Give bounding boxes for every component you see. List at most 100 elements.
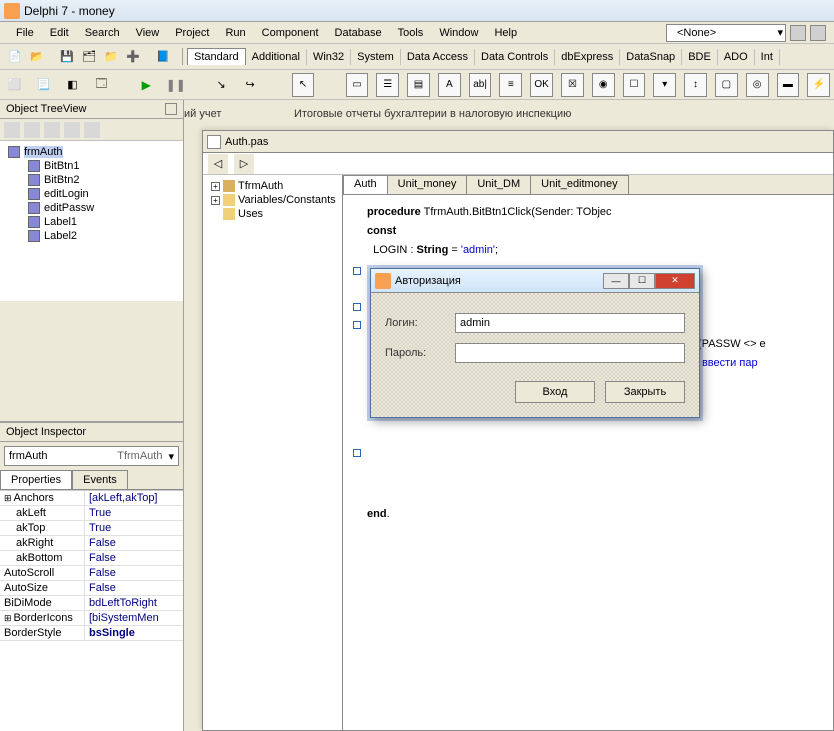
comp-label[interactable]: A xyxy=(438,73,461,97)
project-combo[interactable]: <None> xyxy=(666,24,786,42)
code-structure-tree[interactable]: +TfrmAuth +Variables/Constants +Uses xyxy=(203,175,343,730)
property-grid[interactable]: Anchors[akLeft,akTop] akLeftTrue akTopTr… xyxy=(0,490,183,731)
prop-name[interactable]: AutoScroll xyxy=(0,566,85,580)
menu-edit[interactable]: Edit xyxy=(42,25,77,41)
menu-search[interactable]: Search xyxy=(77,25,128,41)
nav-back-button[interactable]: ◁ xyxy=(208,154,228,174)
comp-radiogroup[interactable]: ◎ xyxy=(746,73,769,97)
menu-view[interactable]: View xyxy=(128,25,168,41)
prop-name[interactable]: akLeft xyxy=(0,506,85,520)
tree-btn-5[interactable] xyxy=(84,122,100,138)
tree-item[interactable]: BitBtn1 xyxy=(44,160,79,172)
expand-icon[interactable]: + xyxy=(211,196,220,205)
prop-value[interactable]: bsSingle xyxy=(85,626,183,640)
tree-btn-2[interactable] xyxy=(24,122,40,138)
dialog-titlebar[interactable]: Авторизация — ☐ ✕ xyxy=(371,269,699,293)
gutter-marker[interactable] xyxy=(353,321,361,329)
minimize-button[interactable]: — xyxy=(603,273,629,289)
palette-tab-bde[interactable]: BDE xyxy=(682,49,718,65)
prop-value[interactable]: True xyxy=(85,521,183,535)
menu-run[interactable]: Run xyxy=(217,25,253,41)
expand-icon[interactable]: + xyxy=(211,182,220,191)
editor-file-tab[interactable]: Auth.pas xyxy=(203,131,833,153)
comp-panel[interactable]: ▬ xyxy=(777,73,800,97)
tree-item[interactable]: Label1 xyxy=(44,216,77,228)
prop-name[interactable]: Anchors xyxy=(0,491,85,505)
unit-tab[interactable]: Unit_DM xyxy=(466,175,531,194)
trace-button[interactable]: ↘ xyxy=(212,75,231,95)
menu-file[interactable]: File xyxy=(8,25,42,41)
comp-combo[interactable]: ▾ xyxy=(653,73,676,97)
enter-button[interactable]: Вход xyxy=(515,381,595,403)
palette-tab-additional[interactable]: Additional xyxy=(246,49,307,65)
palette-tab-ado[interactable]: ADO xyxy=(718,49,755,65)
comp-actionlist[interactable]: ⚡ xyxy=(807,73,830,97)
arrow-tool[interactable]: ↖ xyxy=(292,73,315,97)
password-input[interactable] xyxy=(455,343,685,363)
new-form-button[interactable]: 🗔 xyxy=(92,75,111,95)
palette-tab-datacontrols[interactable]: Data Controls xyxy=(475,49,555,65)
palette-tab-int[interactable]: Int xyxy=(755,49,780,65)
menu-project[interactable]: Project xyxy=(167,25,217,41)
comp-groupbox[interactable]: ▢ xyxy=(715,73,738,97)
prop-value[interactable]: bdLeftToRight xyxy=(85,596,183,610)
comp-memo[interactable]: ≡ xyxy=(499,73,522,97)
menu-help[interactable]: Help xyxy=(486,25,525,41)
comp-radio[interactable]: ◉ xyxy=(592,73,615,97)
tree-item[interactable]: BitBtn2 xyxy=(44,174,79,186)
menu-window[interactable]: Window xyxy=(431,25,486,41)
login-input[interactable] xyxy=(455,313,685,333)
toolbar-icon-1[interactable] xyxy=(790,25,806,41)
add-button[interactable]: ➕ xyxy=(123,47,143,67)
prop-name[interactable]: AutoSize xyxy=(0,581,85,595)
comp-scrollbar[interactable]: ↕ xyxy=(684,73,707,97)
object-selector[interactable]: frmAuth TfrmAuth ▾ xyxy=(4,446,179,466)
tree-btn-3[interactable] xyxy=(44,122,60,138)
prop-name[interactable]: akTop xyxy=(0,521,85,535)
gutter-marker[interactable] xyxy=(353,303,361,311)
tab-events[interactable]: Events xyxy=(72,470,128,489)
menu-component[interactable]: Component xyxy=(254,25,327,41)
tree-root[interactable]: frmAuth xyxy=(24,146,63,158)
tree-item[interactable]: Label2 xyxy=(44,230,77,242)
help-button[interactable]: 📘 xyxy=(153,47,173,67)
palette-tab-dbexpress[interactable]: dbExpress xyxy=(555,49,620,65)
tree-btn-4[interactable] xyxy=(64,122,80,138)
pin-icon[interactable] xyxy=(165,103,177,115)
prop-name[interactable]: BiDiMode xyxy=(0,596,85,610)
prop-name[interactable]: BorderIcons xyxy=(0,611,85,625)
gutter-marker[interactable] xyxy=(353,449,361,457)
prop-value[interactable]: [akLeft,akTop] xyxy=(85,491,183,505)
palette-tab-standard[interactable]: Standard xyxy=(187,48,246,65)
palette-tab-system[interactable]: System xyxy=(351,49,401,65)
open-button[interactable]: 📂 xyxy=(27,47,47,67)
prop-value[interactable]: False xyxy=(85,566,183,580)
nav-fwd-button[interactable]: ▷ xyxy=(234,154,254,174)
comp-popup[interactable]: ▤ xyxy=(407,73,430,97)
tree-item[interactable]: editLogin xyxy=(44,188,89,200)
palette-tab-datasnap[interactable]: DataSnap xyxy=(620,49,682,65)
tab-properties[interactable]: Properties xyxy=(0,470,72,489)
object-treeview[interactable]: frmAuth BitBtn1 BitBtn2 editLogin editPa… xyxy=(0,141,183,301)
prop-value[interactable]: [biSystemMen xyxy=(85,611,183,625)
unit-tab[interactable]: Unit_editmoney xyxy=(530,175,628,194)
prop-value[interactable]: False xyxy=(85,551,183,565)
open-project-button[interactable]: 📁 xyxy=(101,47,121,67)
prop-value[interactable]: False xyxy=(85,581,183,595)
tree-item[interactable]: editPassw xyxy=(44,202,94,214)
new-button[interactable]: 📄 xyxy=(5,47,25,67)
comp-checkbox[interactable]: ☒ xyxy=(561,73,584,97)
comp-button[interactable]: OK xyxy=(530,73,553,97)
close-button[interactable]: ✕ xyxy=(655,273,695,289)
palette-tab-win32[interactable]: Win32 xyxy=(307,49,351,65)
comp-frames[interactable]: ▭ xyxy=(346,73,369,97)
menu-database[interactable]: Database xyxy=(327,25,390,41)
pause-button[interactable]: ❚❚ xyxy=(166,75,186,95)
comp-edit[interactable]: ab| xyxy=(469,73,492,97)
comp-listbox[interactable]: ☐ xyxy=(623,73,646,97)
prop-value[interactable]: False xyxy=(85,536,183,550)
toolbar-icon-2[interactable] xyxy=(810,25,826,41)
prop-name[interactable]: akBottom xyxy=(0,551,85,565)
comp-mainmenu[interactable]: ☰ xyxy=(376,73,399,97)
saveall-button[interactable]: 🗂 xyxy=(79,47,99,67)
